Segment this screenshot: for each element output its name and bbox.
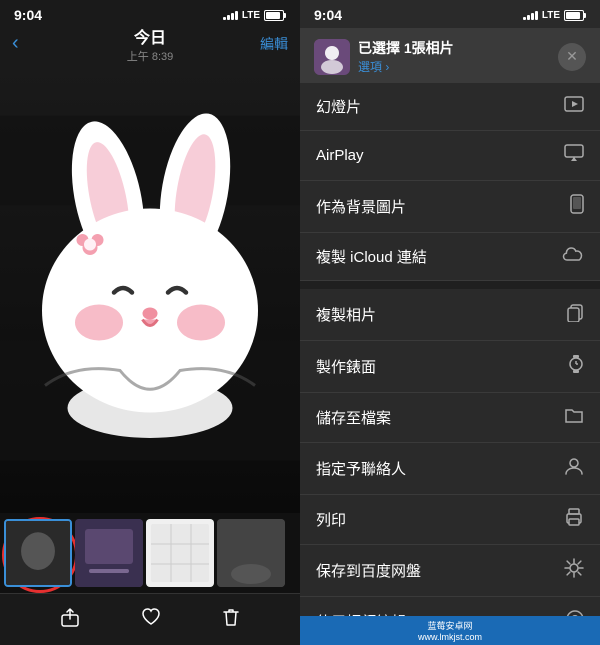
baidu-icon	[564, 558, 584, 583]
airplay-icon	[564, 144, 584, 167]
thumbnail-3[interactable]	[146, 519, 214, 587]
watch-icon	[568, 354, 584, 379]
rbar1	[523, 17, 526, 20]
menu-item-label-save-files: 儲存至檔案	[316, 407, 391, 428]
menu-item-faceu[interactable]: 使用輕顏編輯	[300, 597, 600, 616]
folder-icon	[564, 406, 584, 429]
print-icon	[564, 508, 584, 531]
back-button[interactable]: ‹	[12, 32, 19, 55]
signal-bars	[223, 11, 238, 20]
left-header: ‹ 今日 上午 8:39 編輯	[0, 28, 300, 63]
contact-icon	[564, 456, 584, 481]
sheet-avatar	[314, 39, 350, 75]
menu-item-assign-contact[interactable]: 指定予聯絡人	[300, 443, 600, 495]
menu-item-baidu[interactable]: 保存到百度网盤	[300, 545, 600, 597]
options-link[interactable]: 選項 ›	[358, 58, 454, 75]
slideshow-icon	[564, 96, 584, 117]
menu-divider-1	[300, 281, 600, 289]
bar3	[231, 13, 234, 20]
left-signal: LTE	[223, 10, 286, 21]
right-panel: 9:04 LTE	[300, 0, 600, 645]
menu-item-wallpaper[interactable]: 作為背景圖片	[300, 181, 600, 233]
menu-item-icloud-link[interactable]: 複製 iCloud 連結	[300, 233, 600, 281]
trash-button[interactable]	[221, 606, 241, 634]
menu-item-airplay[interactable]: AirPlay	[300, 131, 600, 181]
page-subtitle: 上午 8:39	[127, 48, 173, 64]
edit-button[interactable]: 編輯	[260, 34, 288, 54]
watermark-line2: www.lmkjst.com	[418, 632, 482, 642]
left-time: 9:04	[14, 7, 42, 23]
bunny-illustration	[0, 63, 300, 513]
menu-item-label-watch-face: 製作錶面	[316, 356, 376, 377]
bottom-toolbar	[0, 593, 300, 645]
menu-item-label-assign-contact: 指定予聯絡人	[316, 458, 406, 479]
photo-placeholder	[0, 63, 300, 513]
menu-item-save-files[interactable]: 儲存至檔案	[300, 393, 600, 443]
title-group: 今日 上午 8:39	[127, 24, 173, 64]
sheet-header-left: 已選擇 1張相片 選項 ›	[314, 38, 454, 75]
thumbnail-4[interactable]	[217, 519, 285, 587]
lte-badge: LTE	[242, 10, 260, 21]
rbar4	[535, 11, 538, 20]
right-signal: LTE	[523, 10, 586, 21]
bar2	[227, 15, 230, 20]
menu-item-copy-photo[interactable]: 複製相片	[300, 289, 600, 341]
share-button[interactable]	[59, 606, 81, 633]
sheet-header-text: 已選擇 1張相片 選項 ›	[358, 38, 454, 75]
bar1	[223, 17, 226, 20]
watermark: 蓝莓安卓网 www.lmkjst.com	[300, 616, 600, 645]
menu-item-label-wallpaper: 作為背景圖片	[316, 196, 406, 217]
thumbnail-2[interactable]	[75, 519, 143, 587]
right-time: 9:04	[314, 7, 342, 23]
page-title: 今日	[127, 24, 173, 48]
battery-icon	[264, 10, 286, 21]
menu-item-label-slideshow: 幻燈片	[316, 96, 361, 117]
menu-item-label-icloud-link: 複製 iCloud 連結	[316, 246, 427, 267]
watermark-line1: 蓝莓安卓网	[427, 619, 472, 632]
heart-button[interactable]	[140, 606, 162, 634]
menu-item-label-airplay: AirPlay	[316, 147, 364, 164]
left-panel: 9:04 LTE ‹ 今日 上午 8:39 編輯	[0, 0, 300, 645]
copy-icon	[566, 302, 584, 327]
thumbnail-strip[interactable]	[0, 513, 300, 593]
sheet-close-button[interactable]: ✕	[558, 43, 586, 71]
selected-count: 已選擇 1張相片	[358, 38, 454, 58]
menu-item-label-baidu: 保存到百度网盤	[316, 560, 421, 581]
bar4	[235, 11, 238, 20]
photo-main[interactable]	[0, 63, 300, 513]
menu-item-label-print: 列印	[316, 509, 346, 530]
icloud-icon	[562, 246, 584, 267]
rbar2	[527, 15, 530, 20]
right-lte-badge: LTE	[542, 10, 560, 21]
menu-item-print[interactable]: 列印	[300, 495, 600, 545]
wallpaper-icon	[570, 194, 584, 219]
rbar3	[531, 13, 534, 20]
menu-item-slideshow[interactable]: 幻燈片	[300, 83, 600, 131]
menu-item-watch-face[interactable]: 製作錶面	[300, 341, 600, 393]
menu-list: 幻燈片 AirPlay 作為背景圖片 複製 iCloud 連結 複製相片	[300, 83, 600, 616]
menu-item-label-copy-photo: 複製相片	[316, 304, 376, 325]
right-statusbar: 9:04 LTE	[300, 0, 600, 28]
sheet-header: 已選擇 1張相片 選項 › ✕	[300, 28, 600, 83]
right-signal-bars	[523, 11, 538, 20]
right-battery-icon	[564, 10, 586, 21]
thumbnail-1[interactable]	[4, 519, 72, 587]
